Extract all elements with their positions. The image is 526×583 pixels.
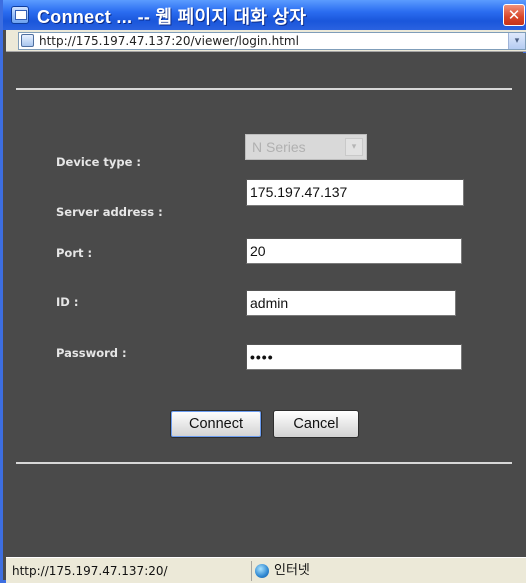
port-label: Port :	[56, 246, 93, 260]
address-dropdown-icon[interactable]: ▾	[508, 33, 525, 49]
address-bar: http://175.197.47.137:20/viewer/login.ht…	[6, 30, 526, 52]
title-bar[interactable]: Connect ... -- 웹 페이지 대화 상자 ✕	[3, 0, 526, 30]
password-input[interactable]: ••••	[246, 344, 462, 370]
status-bar: http://175.197.47.137:20/ 인터넷	[6, 557, 526, 583]
status-url: http://175.197.47.137:20/	[12, 564, 168, 578]
dialog-window: Connect ... -- 웹 페이지 대화 상자 ✕ http://175.…	[0, 0, 526, 583]
id-input[interactable]: admin	[246, 290, 456, 316]
device-type-value: N Series	[252, 139, 306, 155]
port-input[interactable]: 20	[246, 238, 462, 264]
cancel-button[interactable]: Cancel	[273, 410, 359, 438]
status-zone-label: 인터넷	[274, 563, 310, 578]
id-label: ID :	[56, 295, 79, 309]
server-address-input[interactable]: 175.197.47.137	[246, 179, 464, 206]
login-panel: Device type : Server address : Port : ID…	[6, 53, 526, 557]
window-title: Connect ... -- 웹 페이지 대화 상자	[37, 7, 307, 27]
window-icon	[11, 6, 29, 24]
status-separator	[251, 561, 252, 581]
address-field[interactable]: http://175.197.47.137:20/viewer/login.ht…	[18, 32, 526, 50]
server-address-label: Server address :	[56, 205, 163, 219]
device-type-label: Device type :	[56, 155, 142, 169]
device-type-select: N Series ▾	[245, 134, 367, 160]
chevron-down-icon: ▾	[345, 138, 363, 156]
top-divider	[16, 88, 512, 90]
close-button[interactable]: ✕	[503, 4, 525, 26]
connect-button[interactable]: Connect	[170, 410, 262, 438]
address-url: http://175.197.47.137:20/viewer/login.ht…	[39, 34, 299, 48]
password-label: Password :	[56, 346, 127, 360]
page-icon	[21, 34, 34, 47]
internet-globe-icon	[255, 564, 269, 578]
bottom-divider	[16, 462, 512, 464]
